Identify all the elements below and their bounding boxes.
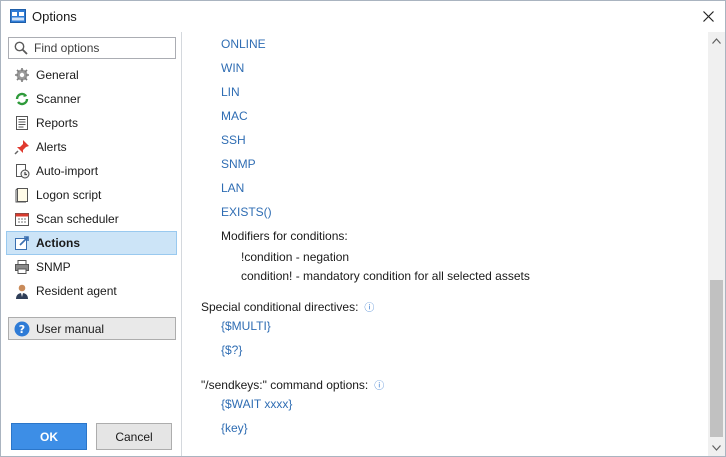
actions-icon	[14, 235, 30, 251]
search-box	[8, 37, 176, 59]
sidebar-item-label: Auto-import	[36, 164, 99, 178]
condition-item: EXISTS()	[221, 205, 272, 219]
search-input[interactable]	[34, 40, 172, 56]
sidebar-item-label: Resident agent	[36, 284, 117, 298]
window-title: Options	[32, 9, 77, 24]
sendkeys-heading-text: "/sendkeys:" command options:	[201, 378, 369, 392]
vertical-scrollbar[interactable]	[708, 32, 725, 456]
modifier-item: condition! - mandatory condition for all…	[241, 269, 530, 283]
directive-item: {$MULTI}	[221, 319, 271, 333]
sidebar-item-resident-agent[interactable]: Resident agent	[6, 279, 177, 303]
sendkeys-item: {key}	[221, 421, 248, 435]
sidebar-item-label: Logon script	[36, 188, 102, 202]
report-icon	[14, 115, 30, 131]
condition-item: LAN	[221, 181, 245, 195]
condition-item: WIN	[221, 61, 245, 75]
condition-item: MAC	[221, 109, 248, 123]
sidebar-item-auto-import[interactable]: Auto-import	[6, 159, 177, 183]
chevron-down-icon	[712, 444, 721, 451]
gear-icon	[14, 67, 30, 83]
ok-button[interactable]: OK	[11, 423, 87, 450]
scroll-down-button[interactable]	[708, 439, 725, 456]
sidebar-item-label: Reports	[36, 116, 79, 130]
printer-icon	[14, 259, 30, 275]
sendkeys-item: {$WAIT xxxx}	[221, 397, 293, 411]
condition-item: SSH	[221, 133, 246, 147]
sidebar-item-snmp[interactable]: SNMP	[6, 255, 177, 279]
help-icon: ?	[14, 321, 30, 337]
chevron-up-icon	[712, 37, 721, 44]
cancel-button[interactable]: Cancel	[96, 423, 172, 450]
sidebar: General Scanner Reports Alerts Auto-impo…	[2, 32, 182, 456]
close-icon	[702, 11, 714, 22]
script-icon	[14, 187, 30, 203]
calendar-icon	[14, 211, 30, 227]
directives-heading-text: Special conditional directives:	[201, 300, 359, 314]
info-icon[interactable]: ⓘ	[374, 381, 384, 392]
sidebar-item-alerts[interactable]: Alerts	[6, 135, 177, 159]
auto-import-icon	[14, 163, 30, 179]
sidebar-item-label: General	[36, 68, 79, 82]
scroll-thumb[interactable]	[710, 280, 723, 437]
options-nav: General Scanner Reports Alerts Auto-impo…	[6, 63, 177, 303]
user-manual-label: User manual	[36, 321, 105, 336]
sidebar-item-reports[interactable]: Reports	[6, 111, 177, 135]
sidebar-item-scan-scheduler[interactable]: Scan scheduler	[6, 207, 177, 231]
sendkeys-heading: "/sendkeys:" command options: ⓘ	[201, 377, 384, 392]
scroll-up-button[interactable]	[708, 32, 725, 49]
sidebar-item-label: SNMP	[36, 260, 71, 274]
app-icon	[10, 9, 26, 23]
sidebar-item-scanner[interactable]: Scanner	[6, 87, 177, 111]
directives-heading: Special conditional directives: ⓘ	[201, 299, 374, 314]
sidebar-item-label: Scanner	[36, 92, 81, 106]
sidebar-item-general[interactable]: General	[6, 63, 177, 87]
title-bar: Options	[1, 1, 725, 32]
directive-item: {$?}	[221, 343, 243, 357]
scanner-icon	[14, 91, 30, 107]
modifiers-heading: Modifiers for conditions:	[221, 229, 348, 243]
condition-item: LIN	[221, 85, 240, 99]
close-button[interactable]	[691, 1, 725, 32]
sidebar-item-label: Alerts	[36, 140, 67, 154]
info-icon[interactable]: ⓘ	[364, 303, 374, 314]
agent-icon	[14, 283, 30, 299]
search-icon	[14, 41, 28, 55]
sidebar-item-label: Scan scheduler	[36, 212, 119, 226]
sidebar-item-label: Actions	[36, 236, 81, 250]
alert-pin-icon	[14, 139, 30, 155]
modifier-item: !condition - negation	[241, 250, 350, 264]
svg-text:?: ?	[19, 323, 25, 336]
sidebar-item-logon-script[interactable]: Logon script	[6, 183, 177, 207]
options-window: Options General Scanner Reports	[0, 0, 726, 457]
sidebar-item-actions[interactable]: Actions	[6, 231, 177, 255]
condition-item: ONLINE	[221, 37, 266, 51]
condition-item: SNMP	[221, 157, 256, 171]
user-manual-button[interactable]: ? User manual	[8, 317, 176, 340]
actions-help-content: ONLINE WIN LIN MAC SSH SNMP LAN EXISTS()…	[183, 32, 708, 456]
